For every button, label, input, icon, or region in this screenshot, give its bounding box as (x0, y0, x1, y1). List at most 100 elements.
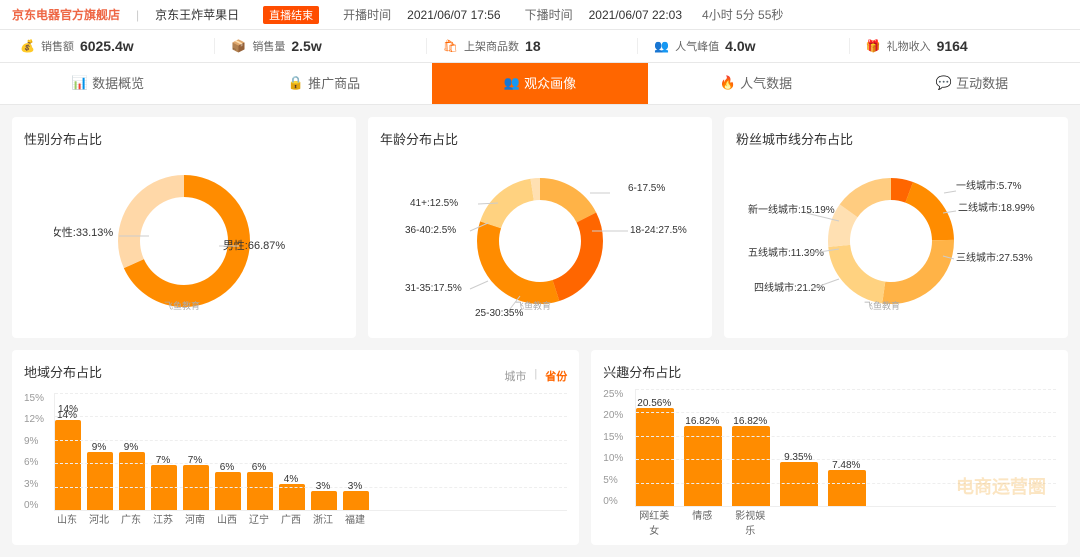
peak-icon: 👥 (654, 39, 669, 53)
close-time-value: 2021/06/07 22:03 (589, 8, 682, 22)
gender-chart-wrap: 女性:33.13% 男性:66.87% 飞鱼教育 (24, 156, 344, 326)
region-x-labels: 山东 河北 广东 江苏 河南 山西 辽宁 广西 浙江 福建 (54, 511, 567, 533)
svg-text:飞鱼教育: 飞鱼教育 (864, 300, 900, 311)
filter-city[interactable]: 城市 (504, 368, 526, 384)
y-label-0: 0% (24, 500, 52, 511)
bar-emotion (684, 426, 722, 506)
gift-value: 9164 (937, 38, 968, 54)
xlabel-i5 (827, 507, 865, 529)
interest-chart-title: 兴趣分布占比 (603, 362, 1056, 381)
bar-interest4 (780, 462, 818, 506)
products-tab-icon: 🔒 (288, 75, 304, 91)
city-donut-svg: 一线城市:5.7% 二线城市:18.99% 三线城市:27.53% 四线城市:2… (736, 161, 1056, 321)
region-chart-header: 地域分布占比 城市 | 省份 (24, 362, 567, 389)
stat-gift: 🎁 礼物收入 9164 (850, 38, 1060, 54)
xlabel-guangdong: 广东 (118, 511, 144, 533)
interest-bar-chart-container: 25% 20% 15% 10% 5% 0% (603, 389, 1056, 529)
city-chart-card: 粉丝城市线分布占比 一线城市:5.7% (724, 117, 1068, 338)
region-chart-title: 地域分布占比 (24, 362, 102, 381)
bar-fujian (343, 491, 369, 510)
stream-title: 京东王炸苹果日 (155, 6, 239, 23)
tab-products[interactable]: 🔒 推广商品 (216, 63, 432, 104)
region-y-axis: 15% 12% 9% 6% 3% 0% (24, 393, 52, 511)
svg-text:飞鱼教育: 飞鱼教育 (164, 300, 200, 311)
tab-audience-label: 观众画像 (524, 73, 576, 92)
svg-text:飞鱼教育: 飞鱼教育 (515, 300, 551, 311)
separator: | (136, 8, 139, 22)
gender-chart-title: 性别分布占比 (24, 129, 344, 148)
city-chart-wrap: 一线城市:5.7% 二线城市:18.99% 三线城市:27.53% 四线城市:2… (736, 156, 1056, 326)
filter-sep: | (534, 368, 537, 384)
y-label-4: 12% (24, 414, 52, 425)
main-content: 性别分布占比 女性:33.13% 男性:66.87% 飞鱼教育 (0, 105, 1080, 557)
bar-guangxi (279, 484, 305, 510)
overview-icon: 📊 (72, 75, 88, 91)
svg-text:一线城市:5.7%: 一线城市:5.7% (956, 179, 1022, 192)
age-chart-wrap: 6-17.5% 18-24:27.5% 25-30:35% 31-35:17.5… (380, 156, 700, 326)
stats-row: 💰 销售额 6025.4w 📦 销售量 2.5w 🛍 上架商品数 18 👥 人气… (0, 30, 1080, 63)
region-filter[interactable]: 城市 | 省份 (504, 368, 567, 384)
y-label-3: 9% (24, 436, 52, 447)
duration-value: 4小时 5分 55秒 (702, 6, 783, 23)
interest-y4: 20% (603, 410, 633, 421)
tab-interaction-label: 互动数据 (956, 73, 1008, 92)
stat-products: 🛍 上架商品数 18 (427, 38, 638, 54)
y-label-5: 15% (24, 393, 52, 404)
tab-products-label: 推广商品 (308, 73, 360, 92)
gift-label: 礼物收入 (887, 38, 931, 54)
bar-shanxi (215, 472, 241, 510)
gift-icon: 🎁 (866, 39, 881, 53)
brand-name: 京东电器官方旗舰店 (12, 6, 120, 23)
interest-y0: 0% (603, 496, 633, 507)
tab-audience[interactable]: 👥 观众画像 (432, 63, 648, 104)
region-chart-card: 地域分布占比 城市 | 省份 15% 12% 9% 6% 3% 0% (12, 350, 579, 545)
sales-value: 6025.4w (80, 38, 134, 54)
interest-y-axis: 25% 20% 15% 10% 5% 0% (603, 389, 633, 507)
xlabel-influencer: 网红美女 (635, 507, 673, 529)
tab-overview[interactable]: 📊 数据概览 (0, 63, 216, 104)
tab-popularity[interactable]: 🔥 人气数据 (648, 63, 864, 104)
xlabel-shandong: 山东 (54, 511, 80, 533)
xlabel-entertainment: 影视娱乐 (731, 507, 769, 529)
svg-text:男性:66.87%: 男性:66.87% (223, 238, 286, 252)
sales-label: 销售额 (41, 38, 74, 54)
products-label: 上架商品数 (464, 38, 519, 54)
filter-province[interactable]: 省份 (545, 368, 567, 384)
bar-interest5 (828, 470, 866, 506)
svg-text:18-24:27.5%: 18-24:27.5% (630, 225, 687, 236)
stat-peak: 👥 人气峰值 4.0w (638, 38, 849, 54)
svg-text:新一线城市:15.19%: 新一线城市:15.19% (748, 203, 835, 216)
region-bar-chart-container: 15% 12% 9% 6% 3% 0% 14% (24, 393, 567, 533)
bottom-charts-row: 地域分布占比 城市 | 省份 15% 12% 9% 6% 3% 0% (12, 350, 1068, 545)
svg-text:6-17.5%: 6-17.5% (628, 183, 665, 194)
age-chart-title: 年龄分布占比 (380, 129, 700, 148)
peak-value: 4.0w (725, 38, 755, 54)
top-bar: 京东电器官方旗舰店 | 京东王炸苹果日 直播结束 开播时间 2021/06/07… (0, 0, 1080, 30)
svg-text:女性:33.13%: 女性:33.13% (54, 225, 113, 239)
close-time-label: 下播时间 (525, 6, 573, 23)
tab-interaction[interactable]: 💬 互动数据 (864, 63, 1080, 104)
city-chart-title: 粉丝城市线分布占比 (736, 129, 1056, 148)
svg-text:36-40:2.5%: 36-40:2.5% (405, 225, 456, 236)
peak-label: 人气峰值 (675, 38, 719, 54)
audience-icon: 👥 (504, 75, 520, 91)
xlabel-liaoning: 辽宁 (246, 511, 272, 533)
stat-sales-count: 📦 销售量 2.5w (215, 38, 426, 54)
stat-sales-amount: 💰 销售额 6025.4w (20, 38, 215, 54)
xlabel-i4 (779, 507, 817, 529)
age-chart-card: 年龄分布占比 (368, 117, 712, 338)
bar-entertainment (732, 426, 770, 506)
bar-hebei (87, 452, 113, 510)
sales-count-label: 销售量 (252, 38, 285, 54)
interest-chart-card: 兴趣分布占比 25% 20% 15% 10% 5% 0% (591, 350, 1068, 545)
svg-text:三线城市:27.53%: 三线城市:27.53% (956, 251, 1033, 264)
watermark: 电商运营圈 (956, 473, 1046, 499)
svg-text:31-35:17.5%: 31-35:17.5% (405, 283, 462, 294)
bar-guangdong (119, 452, 145, 510)
y-label-1: 3% (24, 479, 52, 490)
bar-shandong: 14% (55, 420, 81, 510)
tab-nav: 📊 数据概览 🔒 推广商品 👥 观众画像 🔥 人气数据 💬 互动数据 (0, 63, 1080, 105)
top-charts-row: 性别分布占比 女性:33.13% 男性:66.87% 飞鱼教育 (12, 117, 1068, 338)
interaction-icon: 💬 (936, 75, 952, 91)
gender-chart-card: 性别分布占比 女性:33.13% 男性:66.87% 飞鱼教育 (12, 117, 356, 338)
